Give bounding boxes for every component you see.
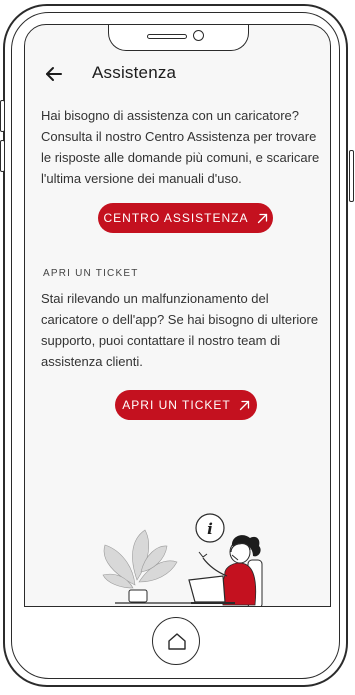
home-button[interactable]	[152, 617, 200, 665]
arrow-up-right-icon	[257, 213, 267, 223]
phone-notch	[108, 25, 249, 51]
side-button-power	[349, 150, 354, 202]
ticket-text: Stai rilevando un malfunzionamento del c…	[41, 291, 319, 369]
help-center-button[interactable]: CENTRO ASSISTENZA	[98, 203, 273, 233]
open-ticket-button-label: APRI UN TICKET	[122, 398, 231, 412]
agent-body	[221, 562, 257, 606]
app-header: Assistenza	[25, 61, 330, 87]
ticket-section-label: Apri un ticket	[43, 268, 139, 279]
arrow-left-icon	[46, 67, 62, 81]
plant-illustration	[102, 529, 178, 589]
intro-text: Hai bisogno di assistenza con un caricat…	[41, 108, 320, 186]
laptop	[188, 575, 226, 603]
page-title: Assistenza	[92, 63, 177, 82]
side-button-volume-down	[0, 140, 5, 172]
svg-text:i: i	[207, 520, 213, 538]
agent-arm	[202, 557, 228, 577]
side-button-volume-up	[0, 100, 5, 132]
plant-pot	[128, 589, 148, 603]
support-agent-illustration: i	[102, 513, 263, 606]
speaker-grille	[147, 34, 187, 39]
arrow-up-right-icon	[239, 400, 249, 410]
front-camera	[193, 30, 204, 41]
back-button[interactable]	[43, 63, 65, 85]
home-icon	[168, 633, 186, 650]
help-center-button-label: CENTRO ASSISTENZA	[103, 211, 249, 225]
open-ticket-button[interactable]: APRI UN TICKET	[115, 390, 257, 420]
app-screen: Assistenza Hai bisogno di assistenza con…	[24, 24, 331, 607]
